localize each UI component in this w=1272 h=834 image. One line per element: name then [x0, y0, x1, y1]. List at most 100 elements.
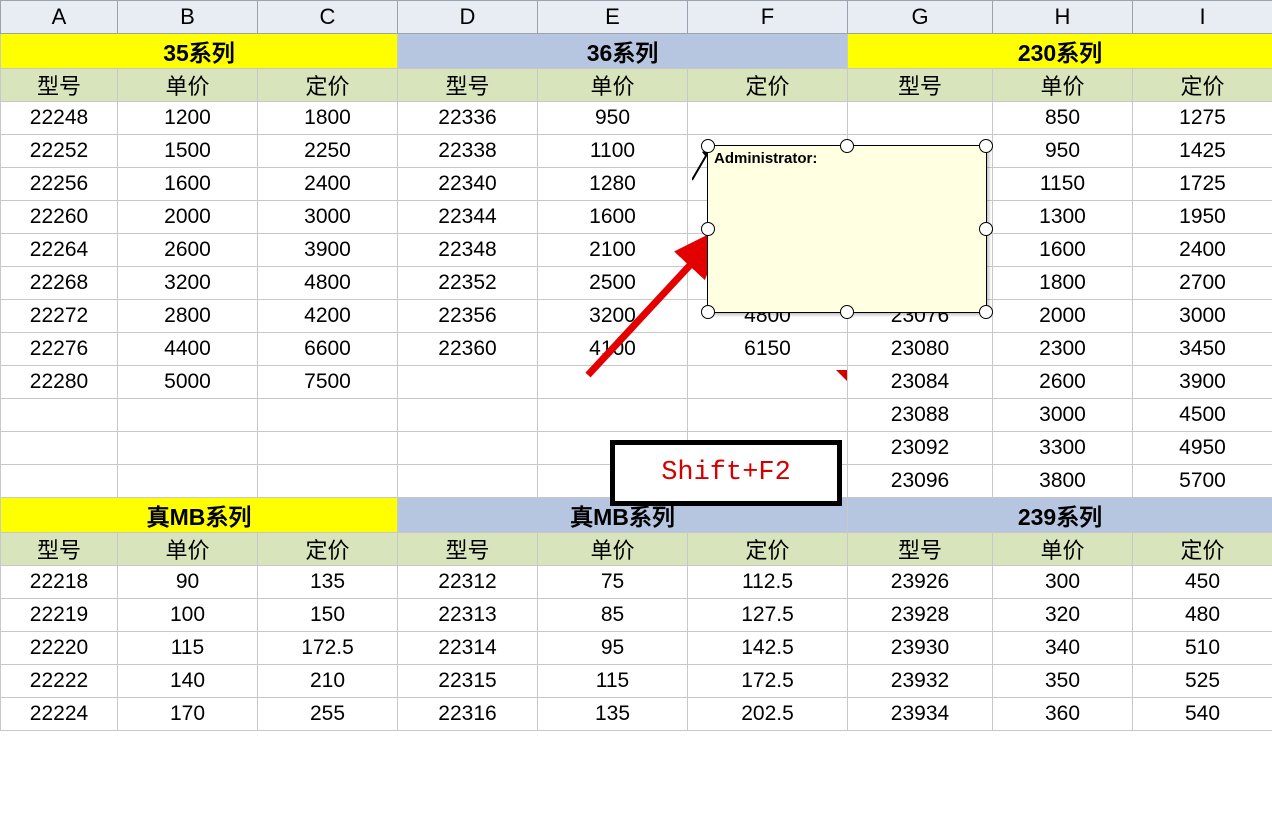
title-36[interactable]: 36系列 — [398, 34, 848, 69]
cell[interactable]: 22314 — [398, 632, 538, 665]
cell[interactable]: 1200 — [118, 102, 258, 135]
cell[interactable]: 22252 — [1, 135, 118, 168]
table-row[interactable]: 222642600390022348210031502306816002400 — [1, 234, 1272, 267]
title-row-1[interactable]: 35系列 36系列 230系列 — [1, 34, 1272, 69]
cell[interactable]: 320 — [993, 599, 1133, 632]
table-row[interactable]: 222561600240022340128011501725 — [1, 168, 1272, 201]
col-header-D[interactable]: D — [398, 1, 538, 34]
cell[interactable]: 2100 — [538, 234, 688, 267]
title-230[interactable]: 230系列 — [848, 34, 1272, 69]
cell[interactable]: 360 — [993, 698, 1133, 731]
cell[interactable]: 22338 — [398, 135, 538, 168]
cell[interactable]: 950 — [993, 135, 1133, 168]
cell[interactable]: 2700 — [1133, 267, 1272, 300]
cell[interactable]: 480 — [1133, 599, 1272, 632]
sub-list[interactable]: 定价 — [258, 533, 398, 566]
cell[interactable]: 135 — [258, 566, 398, 599]
cell[interactable]: 3200 — [118, 267, 258, 300]
cell[interactable]: 950 — [538, 102, 688, 135]
cell[interactable]: 1600 — [118, 168, 258, 201]
sub-model[interactable]: 型号 — [1, 69, 118, 102]
cell[interactable]: 510 — [1133, 632, 1272, 665]
cell[interactable]: 22336 — [398, 102, 538, 135]
cell[interactable]: 3300 — [993, 432, 1133, 465]
cell[interactable] — [688, 399, 848, 432]
cell[interactable]: 5000 — [118, 366, 258, 399]
cell[interactable]: 2300 — [993, 333, 1133, 366]
table-row[interactable]: 2222417025522316135202.523934360540 — [1, 698, 1272, 731]
sub-model[interactable]: 型号 — [398, 69, 538, 102]
cell[interactable]: 142.5 — [688, 632, 848, 665]
cell[interactable] — [1, 465, 118, 498]
cell[interactable]: 1800 — [993, 267, 1133, 300]
cell[interactable]: 1425 — [1133, 135, 1272, 168]
sub-model[interactable]: 型号 — [848, 69, 993, 102]
cell[interactable] — [688, 366, 848, 399]
cell[interactable]: 22280 — [1, 366, 118, 399]
cell[interactable]: 23080 — [848, 333, 993, 366]
col-header-B[interactable]: B — [118, 1, 258, 34]
cell[interactable]: 2000 — [993, 300, 1133, 333]
table-row[interactable]: 222722800420022356320048002307620003000 — [1, 300, 1272, 333]
cell[interactable] — [688, 102, 848, 135]
cell[interactable]: 23088 — [848, 399, 993, 432]
sub-list[interactable]: 定价 — [258, 69, 398, 102]
cell[interactable]: 202.5 — [688, 698, 848, 731]
cell[interactable]: 1275 — [1133, 102, 1272, 135]
cell[interactable]: 3900 — [1133, 366, 1272, 399]
cell[interactable]: 3800 — [993, 465, 1133, 498]
sub-model[interactable]: 型号 — [398, 533, 538, 566]
cell[interactable] — [1, 399, 118, 432]
cell[interactable]: 4100 — [538, 333, 688, 366]
cell[interactable]: 4200 — [258, 300, 398, 333]
table-row[interactable]: 222602000300022344160013001950 — [1, 201, 1272, 234]
cell[interactable]: 210 — [258, 665, 398, 698]
cell[interactable]: 127.5 — [688, 599, 848, 632]
cell[interactable]: 350 — [993, 665, 1133, 698]
cell[interactable]: 540 — [1133, 698, 1272, 731]
cell[interactable]: 22312 — [398, 566, 538, 599]
cell[interactable]: 23084 — [848, 366, 993, 399]
cell[interactable]: 115 — [538, 665, 688, 698]
cell[interactable]: 140 — [118, 665, 258, 698]
cell[interactable]: 255 — [258, 698, 398, 731]
cell[interactable]: 525 — [1133, 665, 1272, 698]
cell[interactable]: 22344 — [398, 201, 538, 234]
cell[interactable]: 1600 — [993, 234, 1133, 267]
cell[interactable]: 850 — [993, 102, 1133, 135]
cell[interactable] — [848, 102, 993, 135]
cell[interactable]: 22219 — [1, 599, 118, 632]
title-mb1[interactable]: 真MB系列 — [1, 498, 398, 533]
cell[interactable]: 115 — [118, 632, 258, 665]
cell[interactable]: 22218 — [1, 566, 118, 599]
sub-price[interactable]: 单价 — [993, 69, 1133, 102]
cell[interactable]: 22348 — [398, 234, 538, 267]
cell[interactable]: 1100 — [538, 135, 688, 168]
cell[interactable]: 1725 — [1133, 168, 1272, 201]
cell[interactable]: 170 — [118, 698, 258, 731]
cell[interactable] — [258, 399, 398, 432]
cell[interactable]: 1600 — [538, 201, 688, 234]
cell[interactable] — [258, 465, 398, 498]
table-row[interactable]: 22220115172.52231495142.523930340510 — [1, 632, 1272, 665]
cell[interactable]: 75 — [538, 566, 688, 599]
cell[interactable]: 112.5 — [688, 566, 848, 599]
cell[interactable]: 2400 — [1133, 234, 1272, 267]
cell[interactable]: 4400 — [118, 333, 258, 366]
col-header-A[interactable]: A — [1, 1, 118, 34]
cell[interactable]: 172.5 — [688, 665, 848, 698]
cell[interactable] — [398, 366, 538, 399]
cell[interactable] — [118, 399, 258, 432]
subheader-row-1[interactable]: 型号 单价 定价 型号 单价 定价 型号 单价 定价 — [1, 69, 1272, 102]
cell[interactable]: 22272 — [1, 300, 118, 333]
cell[interactable]: 22248 — [1, 102, 118, 135]
table-row[interactable]: 2308830004500 — [1, 399, 1272, 432]
cell[interactable]: 3200 — [538, 300, 688, 333]
cell[interactable]: 23930 — [848, 632, 993, 665]
table-row[interactable]: 222764400660022360410061502308023003450 — [1, 333, 1272, 366]
cell[interactable]: 2250 — [258, 135, 398, 168]
cell-comment-box[interactable]: Administrator: — [707, 145, 987, 313]
cell[interactable]: 22224 — [1, 698, 118, 731]
grid-table[interactable]: A B C D E F G H I 35系列 36系列 230系列 型号 单价 … — [0, 0, 1272, 731]
table-row[interactable]: 22252150022502233811009501425 — [1, 135, 1272, 168]
